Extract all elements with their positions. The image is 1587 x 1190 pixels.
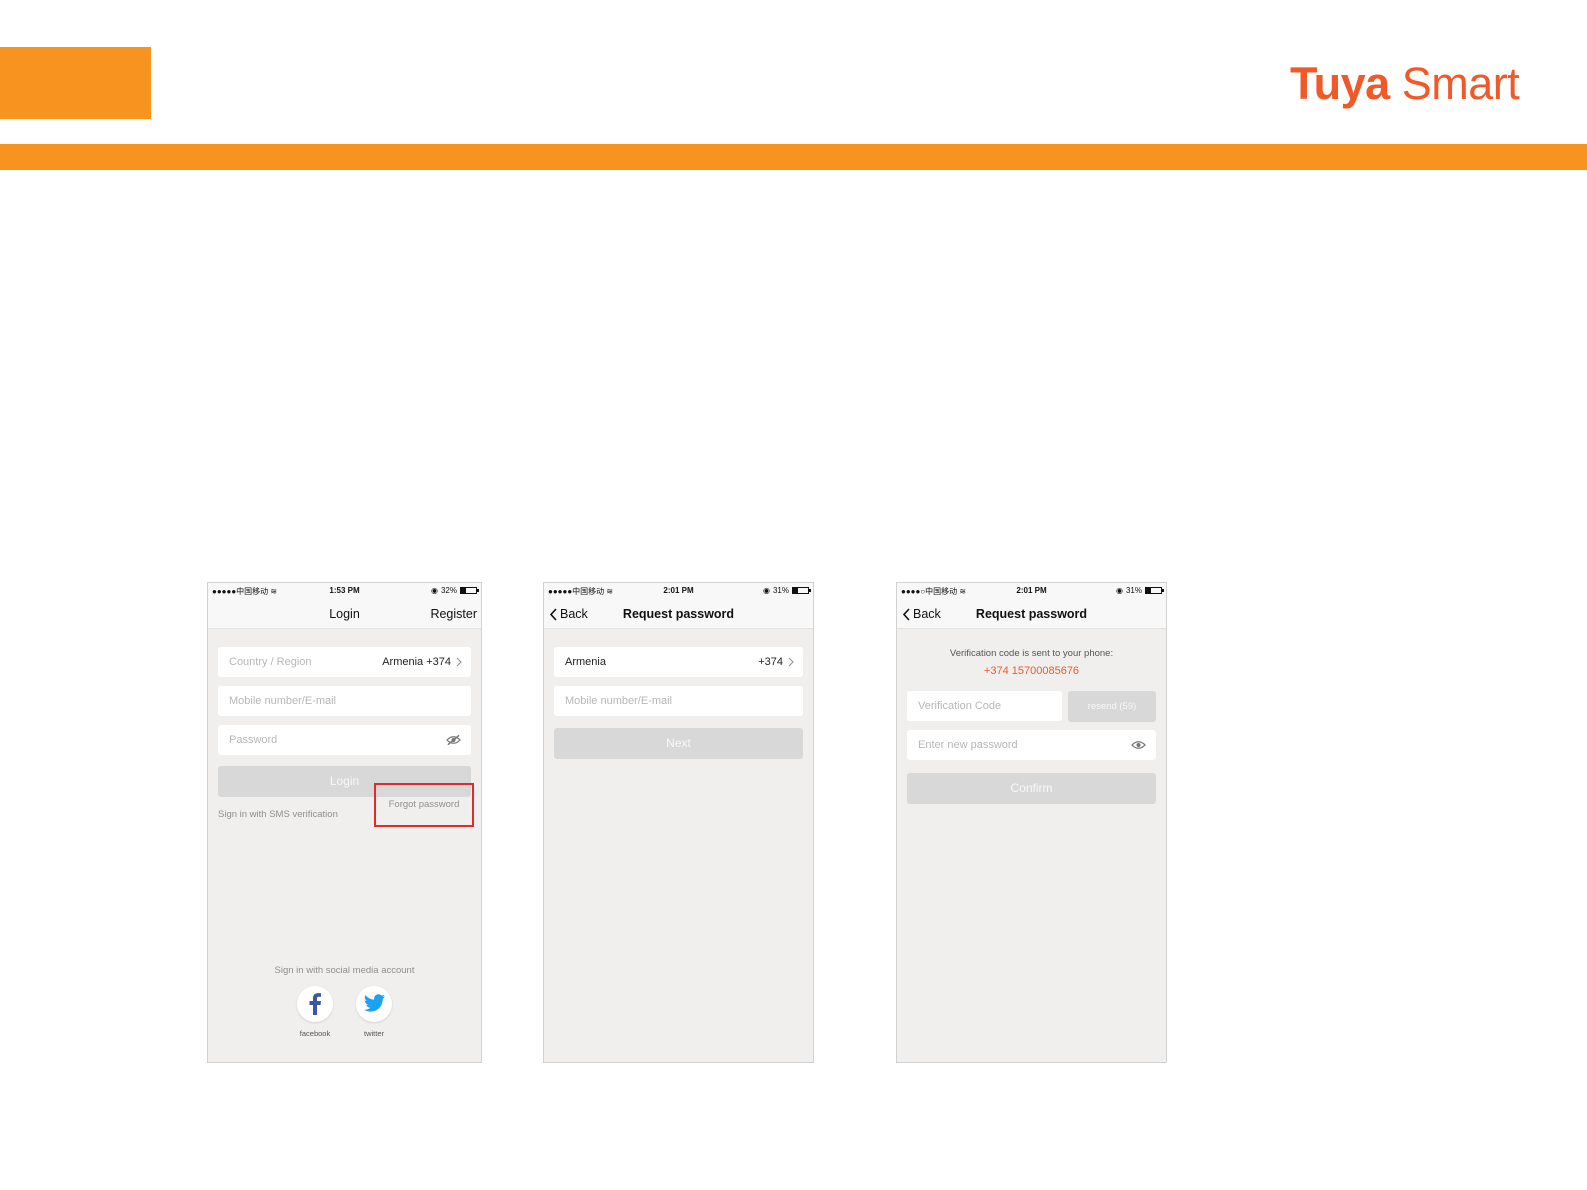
mobile-email-input[interactable]: Mobile number/E-mail <box>554 686 803 716</box>
facebook-icon <box>309 993 321 1015</box>
battery-indicator: ◉ 32% <box>431 586 479 595</box>
phone-screen-request: ●●●●●中国移动 ≋ 2:01 PM ◉ 31% Back Request p… <box>543 582 814 1063</box>
country-selector[interactable]: Armenia +374 <box>554 647 803 677</box>
social-signin-title: Sign in with social media account <box>274 965 415 976</box>
mobile-email-input[interactable]: Mobile number/E-mail <box>218 686 471 716</box>
battery-indicator: ◉ 31% <box>1116 586 1164 595</box>
mobile-placeholder: Mobile number/E-mail <box>229 695 336 707</box>
verification-code-input[interactable]: Verification Code <box>907 691 1062 721</box>
mobile-placeholder: Mobile number/E-mail <box>565 695 672 707</box>
twitter-signin[interactable]: twitter <box>344 986 404 1038</box>
battery-indicator: ◉ 31% <box>763 586 811 595</box>
phone-screen-verify: ●●●●○中国移动 ≋ 2:01 PM ◉ 31% Back Request p… <box>896 582 1167 1063</box>
facebook-button[interactable] <box>297 986 333 1022</box>
country-code: +374 <box>758 656 783 668</box>
forgot-password-link[interactable]: Forgot password <box>374 783 474 827</box>
verification-message: Verification code is sent to your phone: <box>949 648 1114 659</box>
register-button[interactable]: Register <box>430 607 477 621</box>
twitter-label: twitter <box>363 1029 384 1038</box>
orientation-lock-icon: ◉ <box>431 586 438 595</box>
country-name: Armenia <box>565 656 606 668</box>
password-placeholder: Password <box>229 734 278 746</box>
new-password-placeholder: Enter new password <box>918 739 1018 751</box>
new-password-input[interactable]: Enter new password <box>907 730 1156 760</box>
country-placeholder: Country / Region <box>229 656 312 668</box>
confirm-button[interactable]: Confirm <box>907 773 1156 804</box>
country-region-selector[interactable]: Country / Region Armenia +374 <box>218 647 471 677</box>
orientation-lock-icon: ◉ <box>763 586 770 595</box>
orientation-lock-icon: ◉ <box>1116 586 1123 595</box>
nav-bar: Back Request password <box>897 599 1166 629</box>
verification-phone: +374 15700085676 <box>983 665 1080 677</box>
accent-block <box>0 47 151 119</box>
battery-percent: 32% <box>440 586 457 595</box>
battery-icon <box>792 587 811 594</box>
sms-signin-link[interactable]: Sign in with SMS verification <box>218 809 338 820</box>
code-placeholder: Verification Code <box>918 700 1002 712</box>
facebook-label: facebook <box>299 1029 331 1038</box>
eye-off-icon[interactable] <box>446 734 461 746</box>
nav-bar: Login Register <box>208 599 481 629</box>
battery-percent: 31% <box>772 586 789 595</box>
phone-screen-login: ●●●●●中国移动 ≋ 1:53 PM ◉ 32% Login Register… <box>207 582 482 1063</box>
twitter-button[interactable] <box>356 986 392 1022</box>
resend-button[interactable]: resend (59) <box>1068 691 1156 722</box>
nav-title: Request password <box>975 607 1088 621</box>
battery-icon <box>1145 587 1164 594</box>
eye-icon[interactable] <box>1131 739 1146 751</box>
next-button[interactable]: Next <box>554 728 803 759</box>
nav-bar: Back Request password <box>544 599 813 629</box>
chevron-right-icon <box>456 657 462 667</box>
tuya-smart-logo: Tuya Smart <box>1290 58 1520 110</box>
chevron-right-icon <box>788 657 794 667</box>
logo-brand-light: Smart <box>1389 58 1520 109</box>
status-bar: ●●●●○中国移动 ≋ 2:01 PM ◉ 31% <box>897 583 1166 599</box>
logo-brand-bold: Tuya <box>1290 58 1390 109</box>
twitter-icon <box>364 994 385 1012</box>
battery-percent: 31% <box>1125 586 1142 595</box>
status-bar: ●●●●●中国移动 ≋ 2:01 PM ◉ 31% <box>544 583 813 599</box>
battery-icon <box>460 587 479 594</box>
country-value: Armenia +374 <box>382 656 451 668</box>
nav-title: Request password <box>622 607 735 621</box>
status-bar: ●●●●●中国移动 ≋ 1:53 PM ◉ 32% <box>208 583 481 599</box>
password-input[interactable]: Password <box>218 725 471 755</box>
facebook-signin[interactable]: facebook <box>285 986 345 1038</box>
accent-bar <box>0 144 1587 170</box>
